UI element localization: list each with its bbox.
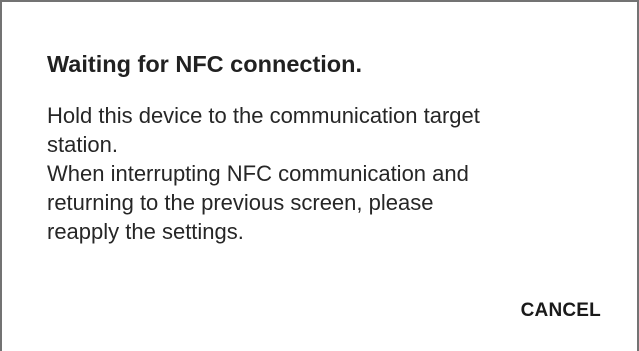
message-line: reapply the settings. bbox=[47, 219, 244, 244]
dialog-message: Hold this device to the communication ta… bbox=[47, 101, 607, 246]
nfc-wait-dialog: Waiting for NFC connection. Hold this de… bbox=[2, 2, 637, 351]
dialog-title: Waiting for NFC connection. bbox=[47, 51, 363, 77]
message-line: When interrupting NFC communication and bbox=[47, 161, 469, 186]
message-line: Hold this device to the communication ta… bbox=[47, 103, 480, 128]
message-line: returning to the previous screen, please bbox=[47, 190, 434, 215]
cancel-button[interactable]: CANCEL bbox=[517, 294, 605, 328]
message-line: station. bbox=[47, 132, 118, 157]
